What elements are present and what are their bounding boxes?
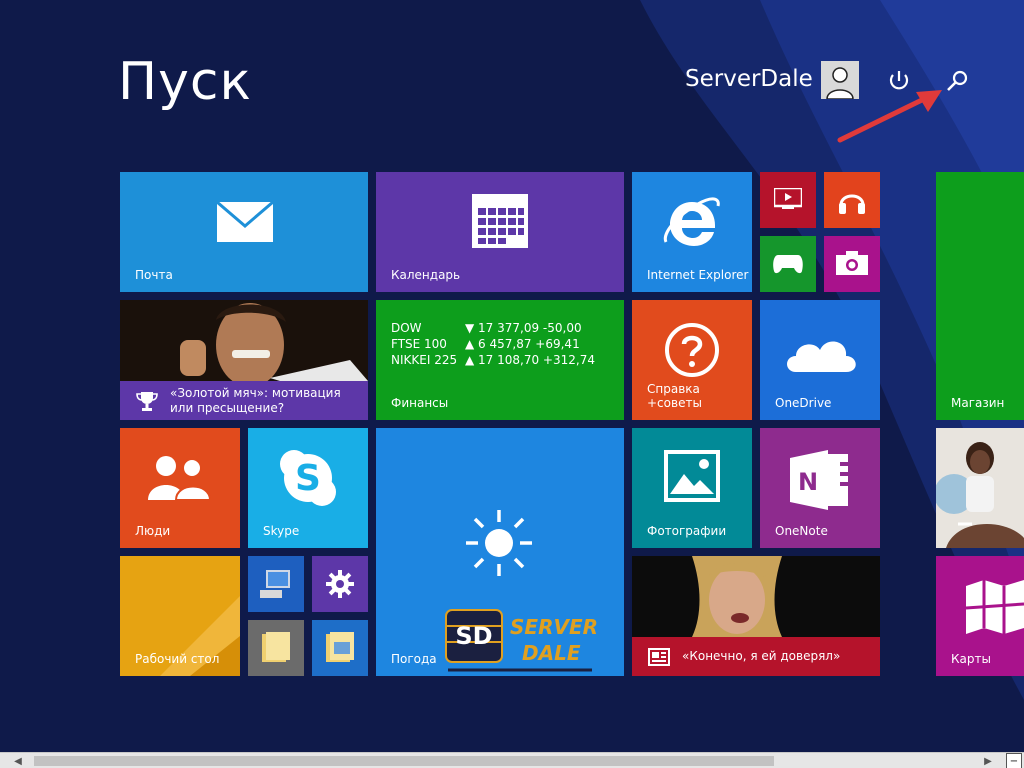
svg-text:N: N [798, 468, 818, 496]
scroll-right-button[interactable]: ▶ [980, 753, 996, 768]
finance-index-name: NIKKEI 225 [391, 353, 458, 367]
page-title: Пуск [118, 52, 252, 112]
tile-video-story[interactable]: «Конечно, я ей доверял» [632, 556, 880, 676]
tile-settings[interactable] [312, 556, 368, 612]
tile-onenote[interactable]: N OneNote [760, 428, 880, 548]
onenote-icon: N [790, 450, 848, 510]
tile-finance[interactable]: DOW ▼ 17 377,09 -50,00 FTSE 100 ▲ 6 457,… [376, 300, 624, 420]
tile-explorer[interactable] [248, 620, 304, 676]
horizontal-scrollbar[interactable]: ◀ ▶ − [0, 752, 1024, 768]
tile-label: Погода [391, 652, 437, 666]
tile-news[interactable]: «Золотой мяч»: мотивация или пресыщение? [120, 300, 368, 420]
finance-index-name: DOW [391, 321, 422, 335]
watermark-sd: SD [455, 622, 492, 650]
news-caption: «Золотой мяч»: мотивация или пресыщение? [170, 385, 341, 415]
finance-row: DOW ▼ 17 377,09 -50,00 [391, 320, 595, 336]
finance-row: FTSE 100 ▲ 6 457,87 +69,41 [391, 336, 595, 352]
finance-row: NIKKEI 225 ▲ 17 108,70 +312,74 [391, 352, 595, 368]
tile-weather[interactable]: SD SERVER DALE Погода [376, 428, 624, 676]
camera-icon [836, 251, 868, 275]
tile-label: Internet Explorer [647, 268, 749, 282]
tile-label: OneNote [775, 524, 828, 538]
tile-label: Skype [263, 524, 300, 538]
calendar-icon [472, 194, 528, 248]
svg-text:S: S [295, 458, 321, 499]
username[interactable]: ServerDale [685, 66, 813, 92]
tile-internet-explorer[interactable]: Internet Explorer [632, 172, 752, 292]
tile-video[interactable] [760, 172, 816, 228]
tile-games[interactable] [760, 236, 816, 292]
finance-index-value: ▼ 17 377,09 -50,00 [465, 321, 582, 335]
tile-label: Карты [951, 652, 991, 666]
red-arrow [837, 90, 942, 143]
maps-icon [965, 580, 1024, 634]
scroll-left-button[interactable]: ◀ [10, 753, 26, 768]
finance-index-value: ▲ 6 457,87 +69,41 [465, 337, 580, 351]
news-caption-bar: «Золотой мяч»: мотивация или пресыщение? [120, 381, 368, 420]
tile-label: Фотографии [647, 524, 727, 538]
video-icon [774, 188, 802, 209]
finance-index-value: ▲ 17 108,70 +312,74 [465, 353, 595, 367]
tile-label: Магазин [951, 396, 1005, 410]
trophy-icon [136, 391, 158, 411]
mail-icon [217, 202, 273, 242]
video-story-photo [632, 556, 880, 637]
gear-icon [326, 570, 354, 598]
tile-desktop[interactable]: Рабочий стол [120, 556, 240, 676]
help-icon [665, 323, 719, 377]
tile-computer[interactable] [248, 556, 304, 612]
tile-calendar[interactable]: Календарь [376, 172, 624, 292]
tile-camera[interactable] [824, 236, 880, 292]
skype-icon: S [280, 450, 336, 506]
pictures-folder-icon [326, 632, 354, 662]
tile-music[interactable] [824, 172, 880, 228]
tile-pictures[interactable] [312, 620, 368, 676]
watermark-dale: DALE [522, 641, 581, 665]
serverdale-watermark: SD SERVER DALE [445, 609, 598, 672]
tile-label: Почта [135, 268, 173, 282]
tile-label: Рабочий стол [135, 652, 220, 666]
finance-index-name: FTSE 100 [391, 337, 447, 351]
scroll-thumb[interactable] [34, 756, 774, 766]
tile-maps[interactable]: Карты [936, 556, 1024, 676]
video-story-caption: «Конечно, я ей доверял» [682, 649, 841, 663]
tile-photos[interactable]: Фотографии [632, 428, 752, 548]
photos-icon [664, 450, 720, 502]
people-icon [148, 456, 212, 500]
finance-table: DOW ▼ 17 377,09 -50,00 FTSE 100 ▲ 6 457,… [391, 320, 595, 368]
tile-label: Финансы [391, 396, 449, 410]
tile-mail[interactable]: Почта [120, 172, 368, 292]
news-photo [120, 300, 368, 381]
tile-label: Люди [135, 524, 171, 538]
internet-explorer-icon [663, 197, 720, 246]
headphones-icon [839, 194, 865, 214]
tile-onedrive[interactable]: OneDrive [760, 300, 880, 420]
video-story-caption-bar: «Конечно, я ей доверял» [632, 637, 880, 676]
folder-icon [262, 632, 290, 662]
news-icon [648, 647, 670, 666]
health-photo [936, 428, 1024, 548]
tile-people[interactable]: Люди [120, 428, 240, 548]
tile-skype[interactable]: S Skype [248, 428, 368, 548]
tile-store[interactable]: Магазин [936, 172, 1024, 420]
sun-icon [466, 510, 532, 576]
tile-label: OneDrive [775, 396, 832, 410]
watermark-server: SERVER [510, 615, 598, 639]
tile-health[interactable] [936, 428, 1024, 548]
zoom-out-button[interactable]: − [1006, 753, 1022, 768]
tile-help[interactable]: Справка +советы [632, 300, 752, 420]
gamepad-icon [773, 255, 803, 274]
tile-label: Календарь [391, 268, 461, 282]
onedrive-icon [787, 341, 856, 372]
computer-icon [260, 570, 290, 598]
tile-label: Справка +советы [647, 382, 702, 410]
